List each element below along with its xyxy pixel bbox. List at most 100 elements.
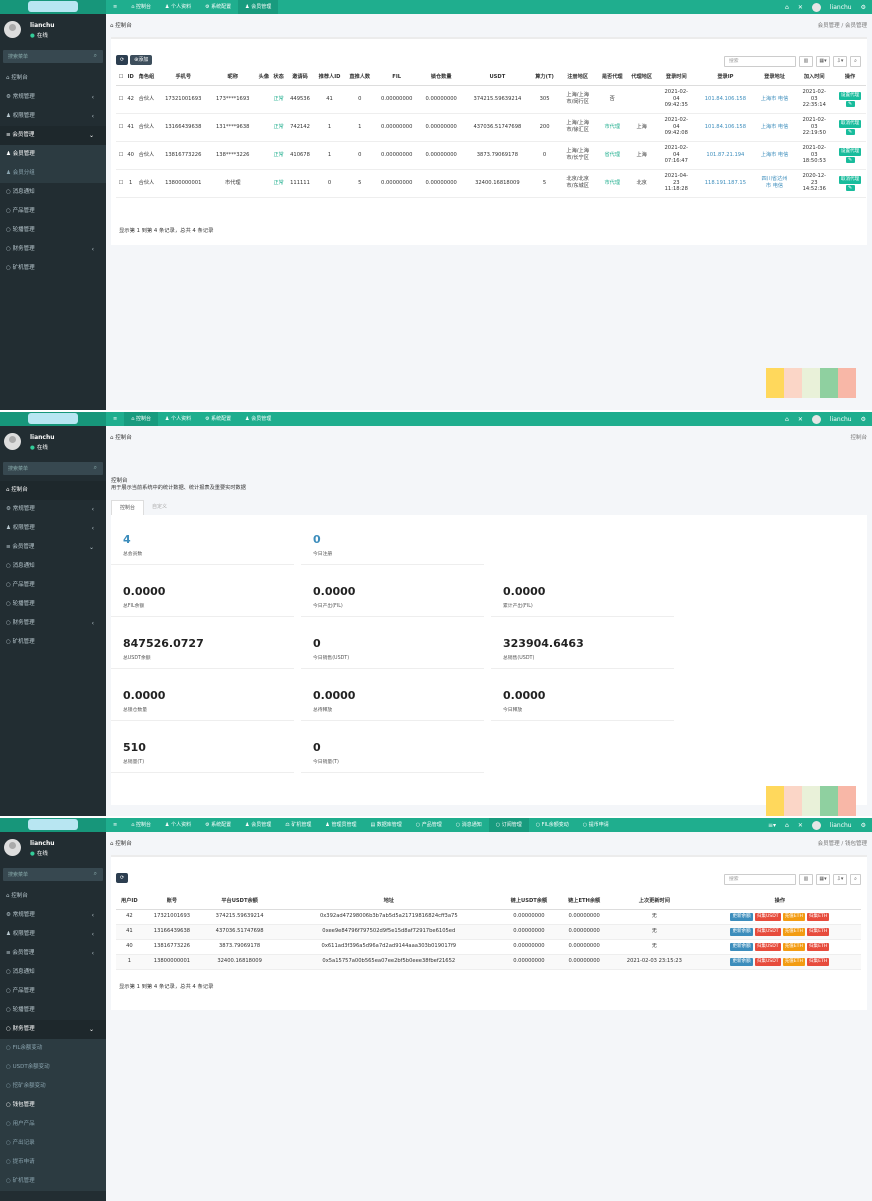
wallet-action-button[interactable]: 归集ETH <box>806 942 830 951</box>
sidebar-item-wallet[interactable]: ○ 钱包管理 <box>0 1096 106 1115</box>
row-checkbox[interactable]: ☐ <box>116 169 126 198</box>
sidebar-item-finance[interactable]: ○ 财务管理 ‹ <box>0 240 106 259</box>
menu-search-input[interactable]: 搜索菜单 ⌕ <box>3 462 103 475</box>
sidebar-item-auth[interactable]: ♟ 权限管理 ‹ <box>0 519 106 538</box>
sidebar-item-auth[interactable]: ♟ 权限管理 ‹ <box>0 107 106 126</box>
search-icon[interactable]: ⌕ <box>850 56 861 67</box>
nav-tab-profile[interactable]: ♟ 个人资料 <box>158 0 198 14</box>
sidebar-item-user-products[interactable]: ○ 用户产品 <box>0 1115 106 1134</box>
sidebar-item-finance[interactable]: ○ 财务管理 ⌄ <box>0 1020 106 1039</box>
nav-tab-fil[interactable]: ○ FIL余额变动 <box>529 818 576 832</box>
sidebar-item-finance[interactable]: ○ 财务管理 ‹ <box>0 614 106 633</box>
agent-action-button[interactable]: 设置代理 <box>838 91 862 100</box>
nav-tab-miner[interactable]: ⚖ 矿机管理 <box>278 818 318 832</box>
sidebar-item-member-group[interactable]: ♟ 会员分组 <box>0 164 106 183</box>
menu-toggle-button[interactable]: ≡ <box>106 0 124 14</box>
fullscreen-icon[interactable]: ✕ <box>798 822 803 829</box>
table-search-input[interactable]: 搜索 <box>724 874 796 885</box>
sidebar-item-product[interactable]: ○ 产品管理 <box>0 576 106 595</box>
avatar[interactable] <box>811 414 821 424</box>
sidebar-item-member[interactable]: ≡ 会员管理 ⌄ <box>0 538 106 557</box>
sidebar-item-notice[interactable]: ○ 消息通知 <box>0 183 106 202</box>
wallet-action-button[interactable]: 归集ETH <box>806 912 830 921</box>
wallet-action-button[interactable]: 归集ETH <box>806 927 830 936</box>
sidebar-item-usdt-change[interactable]: ○ USDT余额变动 <box>0 1058 106 1077</box>
select-all-checkbox[interactable]: ☐ <box>116 69 126 86</box>
refresh-button[interactable]: ⟳ <box>116 873 129 883</box>
edit-button[interactable]: ✎ <box>845 156 855 163</box>
nav-tab-dashboard[interactable]: ⌂ 控制台 <box>124 818 158 832</box>
user-name[interactable]: lianchu <box>830 4 852 11</box>
refresh-button[interactable]: ⟳ <box>116 55 129 65</box>
export-icon[interactable]: ⇩▾ <box>833 874 847 885</box>
settings-icon[interactable]: ⚙ <box>861 416 866 423</box>
sidebar-item-member[interactable]: ≡ 会员管理 ⌄ <box>0 126 106 145</box>
sidebar-item-general[interactable]: ⚙ 常规管理 ‹ <box>0 906 106 925</box>
sidebar-item-product[interactable]: ○ 产品管理 <box>0 982 106 1001</box>
nav-tab-system[interactable]: ⚙ 系统配置 <box>198 412 238 426</box>
wallet-action-button[interactable]: 归集USDT <box>754 912 781 921</box>
wallet-action-button[interactable]: 归集USDT <box>754 927 781 936</box>
sidebar-item-fil-change[interactable]: ○ FIL余额变动 <box>0 1039 106 1058</box>
wallet-action-button[interactable]: 充值ETH <box>782 957 805 966</box>
sidebar-item-general[interactable]: ⚙ 常规管理 ‹ <box>0 500 106 519</box>
wallet-action-button[interactable]: 更新余额 <box>730 942 753 951</box>
settings-icon[interactable]: ⚙ <box>861 822 866 829</box>
search-icon[interactable]: ⌕ <box>850 874 861 885</box>
export-icon[interactable]: ⇩▾ <box>833 56 847 67</box>
home-icon[interactable]: ⌂ <box>785 416 789 423</box>
user-name[interactable]: lianchu <box>830 822 852 829</box>
table-search-input[interactable]: 搜索 <box>724 56 796 67</box>
fullscreen-icon[interactable]: ✕ <box>798 416 803 423</box>
home-icon[interactable]: ⌂ <box>785 822 789 829</box>
nav-tab-product[interactable]: ○ 产品管理 <box>409 818 449 832</box>
row-checkbox[interactable]: ☐ <box>116 113 126 142</box>
nav-tab-notice[interactable]: ○ 消息通知 <box>449 818 489 832</box>
sidebar-item-product[interactable]: ○ 产品管理 <box>0 202 106 221</box>
menu-search-input[interactable]: 搜索菜单 ⌕ <box>3 50 103 63</box>
nav-tab-system[interactable]: ⚙ 系统配置 <box>198 818 238 832</box>
add-button[interactable]: ⊕添加 <box>130 55 153 65</box>
wallet-action-button[interactable]: 归集USDT <box>754 957 781 966</box>
wallet-action-button[interactable]: 更新余额 <box>730 912 753 921</box>
sidebar-item-general[interactable]: ⚙ 常规管理 ‹ <box>0 88 106 107</box>
wallet-action-button[interactable]: 充值ETH <box>782 942 805 951</box>
row-checkbox[interactable]: ☐ <box>116 141 126 170</box>
nav-tab-data[interactable]: ▤ 数据库管理 <box>363 818 408 832</box>
row-checkbox[interactable]: ☐ <box>116 85 126 114</box>
wallet-action-button[interactable]: 更新余额 <box>730 927 753 936</box>
wallet-action-button[interactable]: 归集ETH <box>806 957 830 966</box>
wallet-action-button[interactable]: 归集USDT <box>754 942 781 951</box>
agent-action-button[interactable]: 取消代理 <box>838 175 862 184</box>
sidebar-item-dig-change[interactable]: ○ 挖矿余额变动 <box>0 1077 106 1096</box>
search-icon[interactable]: ⌕ <box>94 870 97 878</box>
sidebar-item-subscribe[interactable]: ○ 轮播管理 <box>0 221 106 240</box>
edit-button[interactable]: ✎ <box>845 184 855 191</box>
nav-tab-system[interactable]: ⚙ 系统配置 <box>198 0 238 14</box>
sidebar-item-notice[interactable]: ○ 消息通知 <box>0 963 106 982</box>
nav-tab-withdraw[interactable]: ○ 提币申请 <box>576 818 616 832</box>
avatar[interactable] <box>811 2 821 12</box>
nav-tab-profile[interactable]: ♟ 个人资料 <box>158 412 198 426</box>
sidebar-item-console[interactable]: ⌂ 控制台 <box>0 69 106 88</box>
tab-console[interactable]: 控制台 <box>111 500 145 515</box>
sidebar-item-miner[interactable]: ○ 矿机管理 <box>0 1172 106 1191</box>
nav-tab-member[interactable]: ♟ 会员管理 <box>238 818 278 832</box>
user-name[interactable]: lianchu <box>830 416 852 423</box>
columns-icon[interactable]: ▦▾ <box>816 874 830 885</box>
home-icon[interactable]: ⌂ <box>785 4 789 11</box>
sidebar-item-output[interactable]: ○ 产出记录 <box>0 1134 106 1153</box>
columns-icon[interactable]: ▦▾ <box>816 56 830 67</box>
sidebar-item-miner[interactable]: ○ 矿机管理 <box>0 259 106 278</box>
nav-tab-dashboard[interactable]: ⌂ 控制台 <box>124 0 158 14</box>
sidebar-item-member-mgmt[interactable]: ♟ 会员管理 <box>0 145 106 164</box>
search-icon[interactable]: ⌕ <box>94 464 97 472</box>
fullscreen-icon[interactable]: ✕ <box>798 4 803 11</box>
sidebar-item-auth[interactable]: ♟ 权限管理 ‹ <box>0 925 106 944</box>
search-icon[interactable]: ⌕ <box>94 52 97 60</box>
menu-search-input[interactable]: 搜索菜单 ⌕ <box>3 868 103 881</box>
sidebar-item-miner[interactable]: ○ 矿机管理 <box>0 633 106 652</box>
agent-action-button[interactable]: 取消代理 <box>838 119 862 128</box>
sidebar-item-withdraw-apply[interactable]: ○ 提币申请 <box>0 1153 106 1172</box>
sidebar-item-subscribe[interactable]: ○ 轮播管理 <box>0 1001 106 1020</box>
